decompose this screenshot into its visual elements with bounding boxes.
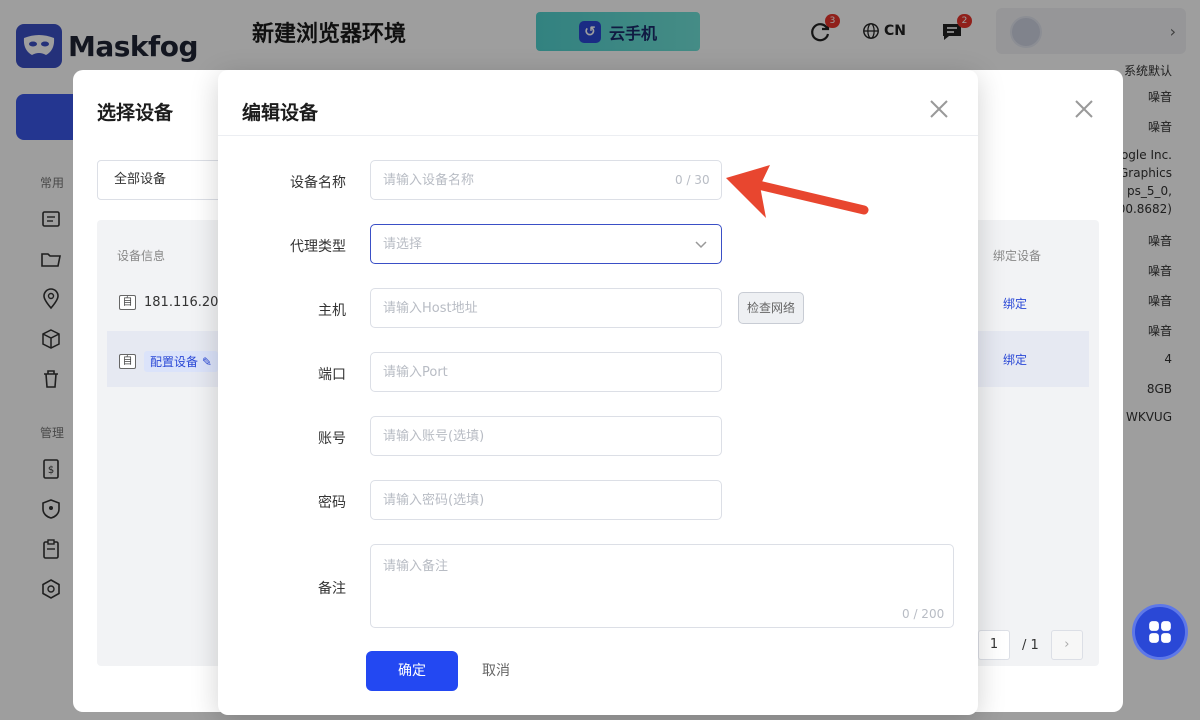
annotation-arrow-icon — [726, 165, 869, 218]
close-icon[interactable] — [1073, 98, 1095, 120]
proxy-type-label: 代理类型 — [290, 239, 346, 255]
host-input[interactable] — [370, 288, 722, 328]
magic-wand-icon: ✎ — [201, 355, 212, 369]
device-cell: 自 配置设备 ✎ — [119, 351, 218, 372]
grid-icon — [1149, 621, 1171, 643]
pagination: 1 / 1 › — [978, 630, 1083, 660]
password-input[interactable] — [370, 480, 722, 520]
note-char-counter: 0 / 200 — [902, 607, 945, 621]
apps-grid-button[interactable] — [1132, 604, 1188, 660]
cancel-button[interactable]: 取消 — [482, 651, 510, 691]
divider — [218, 135, 978, 136]
select-device-title: 选择设备 — [97, 102, 174, 124]
confirm-button[interactable]: 确定 — [366, 651, 458, 691]
self-tag: 自 — [119, 354, 136, 369]
name-char-counter: 0 / 30 — [675, 173, 710, 187]
next-page-button[interactable]: › — [1050, 630, 1083, 660]
port-label: 端口 — [318, 367, 346, 383]
page-input[interactable]: 1 — [978, 630, 1010, 660]
self-tag: 自 — [119, 295, 136, 310]
note-textarea[interactable] — [370, 544, 954, 628]
account-input[interactable] — [370, 416, 722, 456]
column-bind-device: 绑定设备 — [993, 249, 1042, 263]
bind-link[interactable]: 绑定 — [1003, 295, 1027, 312]
password-label: 密码 — [318, 495, 346, 511]
device-cell: 自 181.116.200. — [119, 295, 231, 310]
device-name-input[interactable] — [370, 160, 722, 200]
note-label: 备注 — [318, 581, 346, 597]
port-input[interactable] — [370, 352, 722, 392]
check-network-button[interactable]: 检查网络 — [738, 292, 804, 324]
configure-device-label: 配置设备 — [150, 355, 199, 369]
close-icon[interactable] — [928, 98, 950, 120]
edit-device-title: 编辑设备 — [242, 102, 319, 124]
configure-device-tag[interactable]: 配置设备 ✎ — [144, 351, 218, 372]
bind-link[interactable]: 绑定 — [1003, 351, 1027, 368]
page-total: / 1 — [1022, 637, 1039, 653]
column-device-info: 设备信息 — [117, 249, 166, 263]
host-label: 主机 — [318, 303, 346, 319]
proxy-type-select[interactable] — [370, 224, 722, 264]
account-label: 账号 — [318, 431, 346, 447]
chevron-down-icon — [695, 241, 707, 249]
device-name-label: 设备名称 — [290, 175, 346, 191]
